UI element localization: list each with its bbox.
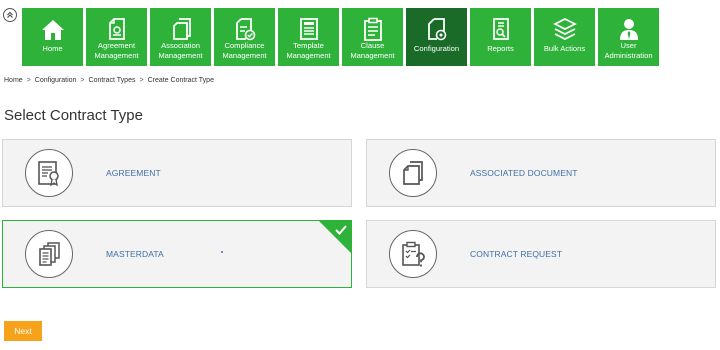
configuration-icon — [426, 13, 448, 41]
home-icon — [41, 13, 65, 41]
nav-agreement-management[interactable]: Agreement Management — [86, 8, 147, 66]
documents-icon — [170, 13, 192, 41]
breadcrumb-separator: > — [26, 77, 31, 84]
nav-bulk-actions[interactable]: Bulk Actions — [534, 8, 595, 66]
nav-configuration[interactable]: Configuration — [406, 8, 467, 66]
nav-association-management-label: Association Management — [158, 41, 203, 60]
page-title: Select Contract Type — [4, 107, 143, 124]
contract-type-label: ASSOCIATED DOCUMENT — [470, 168, 578, 178]
checkmark-icon — [335, 225, 347, 235]
breadcrumb-create-contract-type: Create Contract Type — [147, 77, 214, 84]
nav-clause-management[interactable]: Clause Management — [342, 8, 403, 66]
contract-type-card-associated-document[interactable]: ASSOCIATED DOCUMENT — [366, 139, 716, 207]
nav-compliance-management[interactable]: Compliance Management — [214, 8, 275, 66]
user-icon — [618, 13, 640, 41]
stacked-documents-icon — [25, 230, 73, 278]
clipboard-icon — [363, 13, 383, 41]
contract-type-card-masterdata[interactable]: MASTERDATA — [2, 220, 352, 288]
nav-user-administration[interactable]: User Administration — [598, 8, 659, 66]
nav-reports[interactable]: Reports — [470, 8, 531, 66]
nav-clause-management-label: Clause Management — [350, 41, 395, 60]
nav-template-management[interactable]: Template Management — [278, 8, 339, 66]
nav-compliance-management-label: Compliance Management — [222, 41, 267, 60]
double-chevron-up-icon — [7, 11, 13, 18]
top-navigation: Home Agreement Management Association Ma… — [22, 8, 659, 66]
contract-type-label: MASTERDATA — [106, 249, 164, 259]
template-icon — [299, 13, 319, 41]
contract-type-card-contract-request[interactable]: CONTRACT REQUEST — [366, 220, 716, 288]
contract-type-card-agreement[interactable]: AGREEMENT — [2, 139, 352, 207]
breadcrumb-separator: > — [139, 77, 144, 84]
nav-agreement-management-label: Agreement Management — [94, 41, 139, 60]
nav-home-label: Home — [42, 44, 63, 53]
compliance-icon — [234, 13, 256, 41]
contract-type-label: CONTRACT REQUEST — [470, 249, 563, 259]
nav-template-management-label: Template Management — [286, 41, 331, 60]
documents-icon — [389, 149, 437, 197]
breadcrumb-home[interactable]: Home — [4, 77, 23, 84]
breadcrumb-configuration[interactable]: Configuration — [35, 77, 77, 84]
nav-reports-label: Reports — [487, 44, 514, 53]
breadcrumb-separator: > — [80, 77, 85, 84]
nav-user-administration-label: User Administration — [604, 41, 653, 60]
certificate-document-icon — [25, 149, 73, 197]
breadcrumb: Home > Configuration > Contract Types > … — [4, 77, 214, 84]
breadcrumb-contract-types[interactable]: Contract Types — [89, 77, 136, 84]
next-button[interactable]: Next — [4, 321, 42, 341]
nav-bulk-actions-label: Bulk Actions — [543, 44, 586, 53]
collapse-nav-button[interactable] — [3, 8, 17, 22]
nav-association-management[interactable]: Association Management — [150, 8, 211, 66]
nav-configuration-label: Configuration — [413, 44, 460, 53]
layers-icon — [552, 13, 577, 41]
cursor-dot — [221, 251, 223, 253]
contract-type-label: AGREEMENT — [106, 168, 161, 178]
agreement-icon — [106, 13, 128, 41]
reports-icon — [490, 13, 512, 41]
nav-home[interactable]: Home — [22, 8, 83, 66]
clipboard-question-icon — [389, 230, 437, 278]
